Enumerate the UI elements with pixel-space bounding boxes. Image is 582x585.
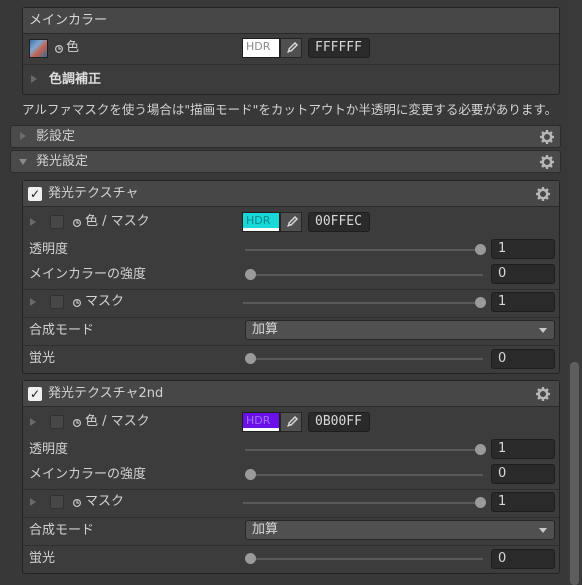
main-color-title: メインカラー: [29, 13, 108, 28]
gear-icon[interactable]: [536, 187, 550, 201]
fluorescence-value-field[interactable]: 0: [491, 549, 555, 569]
emission-2nd-color-swatch[interactable]: HDR: [242, 412, 280, 432]
texture-slot[interactable]: [50, 415, 64, 429]
mask-texture-slot[interactable]: [50, 295, 64, 309]
main-strength-slider-thumb[interactable]: [245, 469, 256, 480]
blend-mode-label: 合成モード: [29, 523, 95, 538]
main-color-panel: メインカラー 色 HDR FFFFFF 色調補正: [22, 7, 560, 95]
mask-slider-thumb[interactable]: [475, 497, 486, 508]
emission-section-label: 発光設定: [36, 154, 89, 169]
mask-value-field[interactable]: 1: [491, 492, 555, 512]
fluorescence-slider-thumb[interactable]: [245, 353, 256, 364]
texture-thumbnail[interactable]: [29, 39, 48, 58]
opacity-slider-track[interactable]: [245, 449, 483, 451]
main-strength-slider-track[interactable]: [245, 474, 483, 476]
main-strength-slider-thumb[interactable]: [245, 269, 256, 280]
link-icon: [72, 218, 82, 228]
expand-triangle-icon[interactable]: [30, 298, 36, 306]
opacity-label: 透明度: [29, 442, 69, 457]
gear-icon[interactable]: [536, 387, 550, 401]
emission-texture-2nd-panel: ✓ 発光テクスチャ2nd 色 / マスク HDR 0B00FF 透明度 1 メイ…: [22, 380, 560, 574]
eyedropper-button[interactable]: [280, 38, 302, 58]
eyedropper-icon: [286, 42, 298, 54]
color-mask-label: 色 / マスク: [85, 414, 150, 429]
opacity-value-field[interactable]: 1: [491, 439, 555, 459]
opacity-label: 透明度: [29, 242, 69, 257]
collapse-triangle-icon: [19, 159, 27, 165]
gear-icon[interactable]: [540, 130, 554, 144]
opacity-value-field[interactable]: 1: [491, 239, 555, 259]
mask-slider-thumb[interactable]: [475, 297, 486, 308]
eyedropper-icon: [286, 216, 298, 228]
emission-2nd-hex-field[interactable]: 0B00FF: [308, 412, 370, 432]
main-strength-slider-track[interactable]: [245, 274, 483, 276]
main-color-label: 色: [66, 40, 80, 55]
opacity-slider-thumb[interactable]: [475, 244, 486, 255]
link-icon: [54, 44, 64, 54]
blend-mode-value: 加算: [252, 322, 279, 337]
shadow-section-label: 影設定: [36, 129, 76, 144]
emission-texture-panel: ✓ 発光テクスチャ 色 / マスク HDR 00FFEC 透明度 1 メインカラ…: [22, 180, 560, 374]
blend-mode-dropdown[interactable]: 加算: [245, 320, 555, 340]
hdr-badge: HDR: [246, 40, 271, 53]
eyedropper-icon: [286, 416, 298, 428]
main-color-hex-field[interactable]: FFFFFF: [308, 38, 370, 58]
expand-triangle-icon[interactable]: [30, 218, 36, 226]
gear-icon[interactable]: [540, 155, 554, 169]
texture-slot[interactable]: [50, 215, 64, 229]
opacity-slider-track[interactable]: [245, 249, 483, 251]
chevron-down-icon: [539, 328, 547, 333]
fluorescence-slider-track[interactable]: [245, 558, 483, 560]
eyedropper-button[interactable]: [280, 212, 302, 232]
mask-texture-slot[interactable]: [50, 495, 64, 509]
chevron-down-icon: [539, 528, 547, 533]
emission-2nd-enable-checkbox[interactable]: ✓: [28, 387, 42, 401]
main-strength-value-field[interactable]: 0: [491, 264, 555, 284]
hdr-badge: HDR: [246, 214, 271, 227]
main-strength-value-field[interactable]: 0: [491, 464, 555, 484]
expand-triangle-icon[interactable]: [30, 418, 36, 426]
hdr-badge: HDR: [246, 414, 271, 427]
blend-mode-label: 合成モード: [29, 323, 95, 338]
scrollbar-thumb[interactable]: [570, 362, 579, 585]
fluorescence-slider-thumb[interactable]: [245, 553, 256, 564]
fluorescence-label: 蛍光: [29, 351, 56, 366]
fluorescence-value-field[interactable]: 0: [491, 349, 555, 369]
expand-triangle-icon[interactable]: [31, 75, 37, 83]
blend-mode-value: 加算: [252, 522, 279, 537]
link-icon: [72, 498, 82, 508]
emission-hex-field[interactable]: 00FFEC: [308, 212, 370, 232]
opacity-slider-thumb[interactable]: [475, 444, 486, 455]
link-icon: [72, 298, 82, 308]
emission-enable-checkbox[interactable]: ✓: [28, 187, 42, 201]
blend-mode-dropdown[interactable]: 加算: [245, 520, 555, 540]
color-adjust-foldout[interactable]: 色調補正: [49, 71, 101, 89]
emission-section-header[interactable]: 発光設定: [10, 150, 561, 173]
mask-slider-track[interactable]: [243, 302, 483, 304]
emission-texture-2nd-title: 発光テクスチャ2nd: [48, 386, 164, 401]
mask-value-field[interactable]: 1: [491, 292, 555, 312]
fluorescence-label: 蛍光: [29, 551, 56, 566]
alpha-mask-notice: アルファマスクを使う場合は"描画モード"をカットアウトか半透明に変更する必要があ…: [22, 102, 558, 117]
main-color-swatch[interactable]: HDR: [242, 38, 280, 58]
color-mask-label: 色 / マスク: [85, 214, 150, 229]
expand-triangle-icon[interactable]: [30, 498, 36, 506]
mask-label: マスク: [85, 494, 125, 509]
main-strength-label: メインカラーの強度: [29, 467, 147, 482]
eyedropper-button[interactable]: [280, 412, 302, 432]
emission-texture-title: 発光テクスチャ: [48, 186, 139, 201]
expand-triangle-icon: [20, 132, 26, 140]
shadow-section-header[interactable]: 影設定: [10, 125, 561, 148]
main-strength-label: メインカラーの強度: [29, 267, 147, 282]
link-icon: [72, 418, 82, 428]
mask-label: マスク: [85, 294, 125, 309]
emission-color-swatch[interactable]: HDR: [242, 212, 280, 232]
mask-slider-track[interactable]: [243, 502, 483, 504]
fluorescence-slider-track[interactable]: [245, 358, 483, 360]
